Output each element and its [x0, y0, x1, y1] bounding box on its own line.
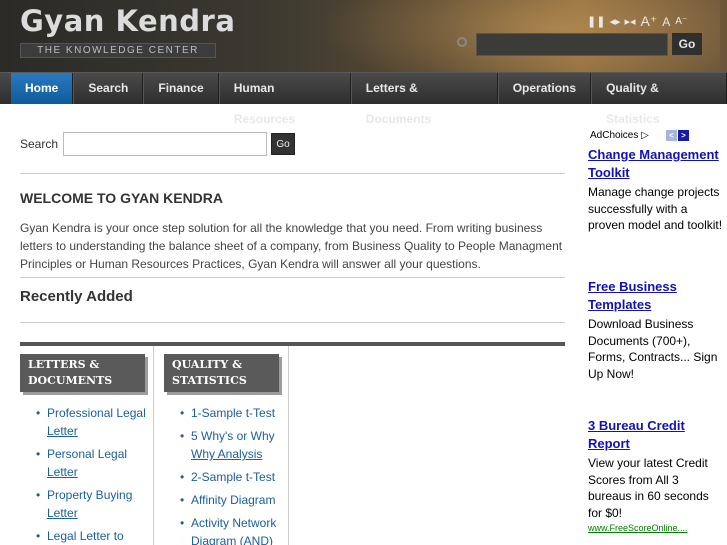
list-item[interactable]: Activity Network Diagram (AND): [180, 514, 290, 545]
ad-unit[interactable]: Free Business Templates Download Busines…: [588, 278, 723, 382]
article-link[interactable]: Personal Legal: [47, 447, 127, 461]
header-go-button[interactable]: Go: [672, 33, 702, 55]
next-slide-icon[interactable]: ▸◂: [624, 15, 635, 28]
adchoices-icon: ▷: [641, 130, 649, 141]
search-input[interactable]: [63, 132, 267, 156]
ad-body: Manage change projects successfully with…: [588, 185, 723, 232]
article-link[interactable]: Activity Network: [191, 516, 276, 530]
search-icon: [457, 37, 467, 47]
list-item[interactable]: 5 Why's or Why Why Analysis: [180, 427, 290, 463]
category-heading-line: DOCUMENTS: [28, 374, 113, 387]
article-link[interactable]: Legal Letter to: [47, 529, 124, 543]
nav-item-search[interactable]: Search: [73, 73, 144, 104]
ad-title[interactable]: Free Business Templates: [588, 278, 723, 314]
font-decrease-button[interactable]: A⁻: [675, 16, 687, 27]
nav-item-quality-statistics[interactable]: Quality & Statistics: [591, 73, 727, 126]
divider: [20, 277, 565, 278]
category-heading-line: STATISTICS: [172, 374, 247, 387]
pause-icon[interactable]: ❚❚: [587, 15, 605, 28]
search-label: Search: [20, 137, 59, 151]
font-increase-button[interactable]: A⁺: [641, 13, 658, 30]
ad-unit[interactable]: 3 Bureau Credit Report View your latest …: [588, 417, 723, 533]
category-heading-line: QUALITY &: [172, 358, 243, 371]
list-item[interactable]: Legal Letter to: [36, 527, 154, 545]
article-link[interactable]: 5 Why's or Why: [191, 429, 275, 443]
font-normal-button[interactable]: A: [662, 15, 670, 29]
ad-body: View your latest Credit Scores from All …: [588, 456, 709, 520]
list-item[interactable]: Property Buying Letter: [36, 486, 154, 522]
article-link[interactable]: 2-Sample t-Test: [191, 470, 275, 484]
divider: [20, 173, 565, 174]
article-list: 1-Sample t-Test 5 Why's or Why Why Analys…: [180, 404, 290, 545]
nav-item-operations[interactable]: Operations: [497, 73, 592, 104]
ad-navigation: < >: [666, 130, 689, 141]
nav-item-finance[interactable]: Finance: [143, 73, 219, 104]
header-controls: ❚❚ ◂▸ ▸◂ A⁺ A A⁻: [587, 13, 687, 30]
ad-next-icon[interactable]: >: [678, 130, 689, 141]
ad-prev-icon[interactable]: <: [666, 130, 677, 141]
site-tagline: THE KNOWLEDGE CENTER: [20, 43, 216, 58]
ad-title[interactable]: 3 Bureau Credit Report: [588, 417, 723, 453]
welcome-title: WELCOME TO GYAN KENDRA: [20, 190, 224, 206]
category-column-quality: QUALITY & STATISTICS 1-Sample t-Test 5 W…: [154, 346, 289, 545]
site-header: Gyan Kendra THE KNOWLEDGE CENTER ❚❚ ◂▸ ▸…: [0, 0, 727, 72]
article-link[interactable]: Letter: [47, 506, 78, 520]
article-list: Professional Legal Letter Personal Legal L…: [36, 404, 154, 545]
list-item[interactable]: Affinity Diagram: [180, 491, 290, 509]
prev-slide-icon[interactable]: ◂▸: [609, 15, 620, 28]
list-item[interactable]: 2-Sample t-Test: [180, 468, 290, 486]
article-link[interactable]: Letter: [47, 424, 78, 438]
header-search-input[interactable]: [476, 33, 668, 56]
site-title[interactable]: Gyan Kendra: [20, 4, 235, 38]
ad-url[interactable]: www.FreeScoreOnline....: [588, 523, 723, 533]
category-heading-line: LETTERS &: [28, 358, 100, 371]
category-heading[interactable]: QUALITY & STATISTICS: [164, 354, 279, 392]
article-link[interactable]: Diagram (AND): [191, 534, 273, 545]
article-link[interactable]: 1-Sample t-Test: [191, 406, 275, 420]
category-heading[interactable]: LETTERS & DOCUMENTS: [20, 354, 145, 392]
nav-item-letters-documents[interactable]: Letters & Documents: [350, 73, 498, 126]
main-nav: Home Search Finance Human Resources Lett…: [0, 72, 727, 126]
ad-body: Download Business Documents (700+), Form…: [588, 317, 718, 381]
divider: [20, 322, 565, 323]
adchoices-link[interactable]: AdChoices ▷: [590, 130, 649, 141]
list-item[interactable]: Professional Legal Letter: [36, 404, 154, 440]
ad-title[interactable]: Change Management Toolkit: [588, 146, 723, 182]
adchoices-label: AdChoices: [590, 130, 639, 141]
content-search: Search Go: [20, 132, 295, 156]
recently-added-title: Recently Added: [20, 288, 133, 305]
article-link[interactable]: Affinity Diagram: [191, 493, 275, 507]
list-item[interactable]: Personal Legal Letter: [36, 445, 154, 481]
search-go-button[interactable]: Go: [271, 133, 295, 155]
list-item[interactable]: 1-Sample t-Test: [180, 404, 290, 422]
category-column-letters: LETTERS & DOCUMENTS Professional Legal Le…: [20, 346, 154, 545]
nav-item-home[interactable]: Home: [11, 73, 74, 104]
article-link[interactable]: Professional Legal: [47, 406, 146, 420]
welcome-text: Gyan Kendra is your once step solution f…: [20, 221, 563, 271]
ad-unit[interactable]: Change Management Toolkit Manage change …: [588, 146, 723, 234]
article-link[interactable]: Why Analysis: [191, 447, 262, 461]
article-link[interactable]: Property Buying: [47, 488, 132, 502]
article-link[interactable]: Letter: [47, 465, 78, 479]
nav-item-human-resources[interactable]: Human Resources: [218, 73, 351, 126]
